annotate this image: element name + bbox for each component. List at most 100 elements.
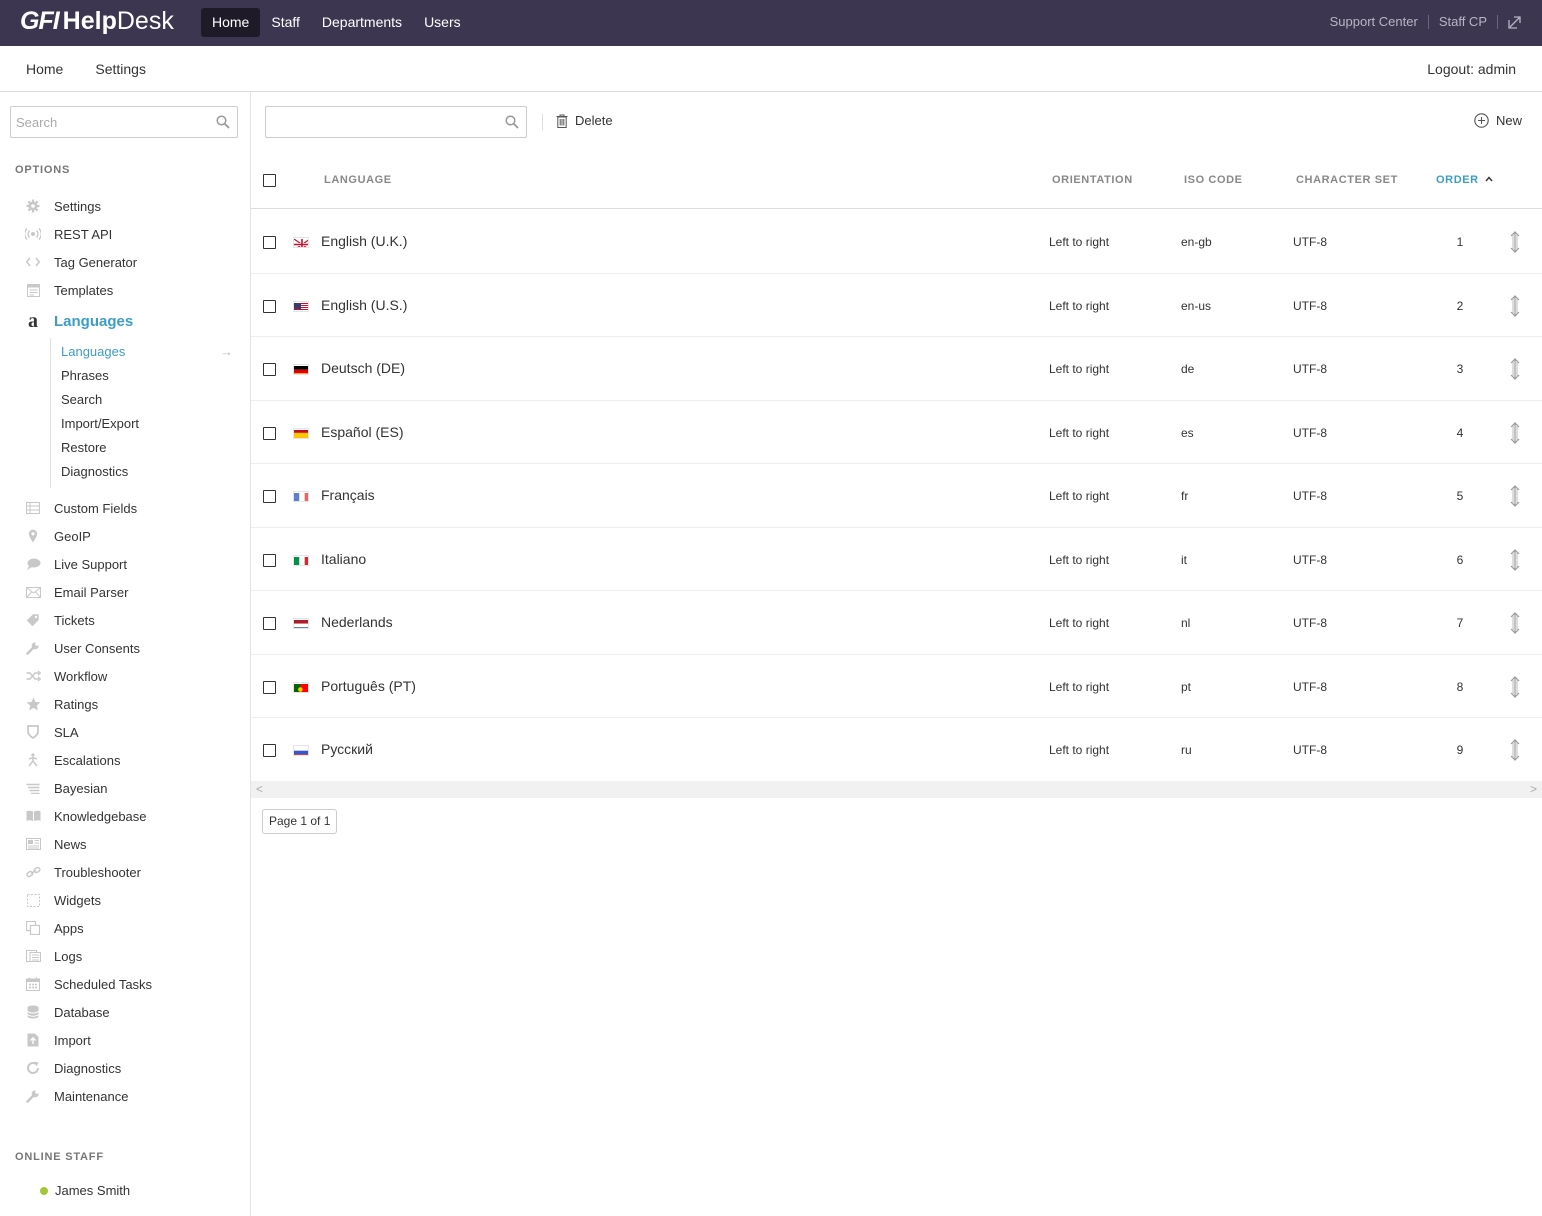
gfi-helpdesk-logo[interactable]: GFI HelpDesk	[20, 7, 174, 36]
language-name[interactable]: Français	[321, 487, 375, 503]
grid-search-input[interactable]	[271, 108, 501, 136]
sidebar-item-label: News	[54, 836, 87, 852]
table-row[interactable]: Deutsch (DE) Left to right de UTF-8 3	[251, 337, 1542, 401]
row-checkbox[interactable]	[263, 426, 276, 440]
iso-code-cell: fr	[1181, 489, 1189, 503]
online-staff-item[interactable]: James Smith	[40, 1183, 130, 1198]
nav-users[interactable]: Users	[413, 8, 472, 37]
sidebar-item-tickets[interactable]: Tickets	[0, 606, 250, 634]
row-checkbox[interactable]	[263, 236, 276, 249]
sidebar-item-email-parser[interactable]: Email Parser	[0, 578, 250, 606]
sidebar-item-apps[interactable]: Apps	[0, 914, 250, 942]
select-all-checkbox[interactable]	[263, 174, 276, 187]
submenu-item-phrases[interactable]: Phrases	[51, 364, 250, 388]
submenu-item-import-export[interactable]: Import/Export	[51, 412, 250, 436]
sidebar-item-languages[interactable]: a Languages	[0, 304, 250, 338]
language-name[interactable]: English (U.K.)	[321, 233, 407, 249]
drag-handle-icon[interactable]	[1508, 611, 1522, 635]
table-row[interactable]: Español (ES) Left to right es UTF-8 4	[251, 401, 1542, 464]
sidebar-item-scheduled-tasks[interactable]: Scheduled Tasks	[0, 970, 250, 998]
newspaper-icon	[25, 836, 41, 852]
sidebar-item-ratings[interactable]: Ratings	[0, 690, 250, 718]
row-checkbox[interactable]	[263, 617, 276, 630]
table-row[interactable]: English (U.S.) Left to right en-us UTF-8 2	[251, 274, 1542, 337]
sidebar-item-rest-api[interactable]: REST API	[0, 220, 250, 248]
language-name[interactable]: English (U.S.)	[321, 297, 407, 313]
language-name[interactable]: Italiano	[321, 551, 366, 567]
row-checkbox[interactable]	[263, 680, 276, 694]
language-name[interactable]: Português (PT)	[321, 678, 416, 694]
column-header-character-set[interactable]: CHARACTER SET	[1296, 174, 1398, 186]
logout-link[interactable]: Logout: admin	[1427, 61, 1516, 77]
row-checkbox[interactable]	[263, 363, 276, 376]
nav-staff[interactable]: Staff	[260, 8, 311, 37]
column-header-order[interactable]: ORDER	[1436, 174, 1493, 186]
sidebar-item-diagnostics[interactable]: Diagnostics	[0, 1054, 250, 1082]
sidebar-item-templates[interactable]: Templates	[0, 276, 250, 304]
submenu-item-search[interactable]: Search	[51, 388, 250, 412]
sidebar-item-custom-fields[interactable]: Custom Fields	[0, 494, 250, 522]
sidebar-item-knowledgebase[interactable]: Knowledgebase	[0, 802, 250, 830]
drag-handle-icon[interactable]	[1508, 548, 1522, 572]
submenu-item-diagnostics[interactable]: Diagnostics	[51, 460, 250, 484]
staff-cp-link[interactable]: Staff CP	[1439, 14, 1487, 29]
row-checkbox[interactable]	[263, 490, 276, 503]
language-name[interactable]: Русский	[321, 741, 373, 757]
sidebar-item-user-consents[interactable]: User Consents	[0, 634, 250, 662]
new-button[interactable]: New	[1474, 113, 1522, 128]
table-row[interactable]: Português (PT) Left to right pt UTF-8 8	[251, 655, 1542, 718]
sidebar-item-troubleshooter[interactable]: Troubleshooter	[0, 858, 250, 886]
flag-us-icon	[293, 300, 309, 312]
sidebar-item-workflow[interactable]: Workflow	[0, 662, 250, 690]
drag-handle-icon[interactable]	[1508, 357, 1522, 381]
support-center-link[interactable]: Support Center	[1330, 14, 1418, 29]
sidebar-item-sla[interactable]: SLA	[0, 718, 250, 746]
language-name[interactable]: Español (ES)	[321, 424, 403, 440]
sidebar-item-widgets[interactable]: Widgets	[0, 886, 250, 914]
horizontal-scrollbar[interactable]: < >	[251, 781, 1542, 798]
drag-handle-icon[interactable]	[1508, 484, 1522, 508]
sidebar-item-live-support[interactable]: Live Support	[0, 550, 250, 578]
submenu-item-languages[interactable]: Languages →	[51, 340, 250, 364]
column-header-orientation[interactable]: ORIENTATION	[1052, 174, 1133, 186]
row-checkbox[interactable]	[263, 744, 276, 757]
sidebar-item-news[interactable]: News	[0, 830, 250, 858]
sidebar-item-maintenance[interactable]: Maintenance	[0, 1082, 250, 1110]
row-checkbox[interactable]	[263, 299, 276, 313]
drag-handle-icon[interactable]	[1508, 738, 1522, 762]
sidebar-item-geoip[interactable]: GeoIP	[0, 522, 250, 550]
drag-handle-icon[interactable]	[1508, 675, 1522, 699]
sidebar-item-import[interactable]: Import	[0, 1026, 250, 1054]
column-header-iso-code[interactable]: ISO CODE	[1184, 174, 1243, 186]
sidebar-item-logs[interactable]: Logs	[0, 942, 250, 970]
table-row[interactable]: Русский Left to right ru UTF-8 9	[251, 718, 1542, 782]
sidebar-search-input[interactable]	[16, 108, 211, 136]
delete-button[interactable]: Delete	[556, 113, 613, 128]
table-row[interactable]: Italiano Left to right it UTF-8 6	[251, 528, 1542, 591]
language-name[interactable]: Deutsch (DE)	[321, 360, 405, 376]
drag-handle-icon[interactable]	[1508, 230, 1522, 254]
nav-departments[interactable]: Departments	[311, 8, 413, 37]
drag-handle-icon[interactable]	[1508, 294, 1522, 318]
sidebar-item-bayesian[interactable]: Bayesian	[0, 774, 250, 802]
sidebar-item-tag-generator[interactable]: Tag Generator	[0, 248, 250, 276]
search-icon[interactable]	[505, 115, 519, 129]
column-header-language[interactable]: LANGUAGE	[324, 174, 392, 186]
scroll-left-icon[interactable]: <	[256, 782, 263, 796]
table-row[interactable]: English (U.K.) Left to right en-gb UTF-8 1	[251, 210, 1542, 274]
search-icon[interactable]	[216, 115, 230, 129]
sidebar-item-settings[interactable]: Settings	[0, 192, 250, 220]
row-checkbox[interactable]	[263, 553, 276, 567]
drag-handle-icon[interactable]	[1508, 421, 1522, 445]
subnav-home[interactable]: Home	[26, 61, 63, 77]
table-row[interactable]: Nederlands Left to right nl UTF-8 7	[251, 591, 1542, 655]
subnav-settings[interactable]: Settings	[95, 61, 146, 77]
table-row[interactable]: Français Left to right fr UTF-8 5	[251, 464, 1542, 528]
scroll-right-icon[interactable]: >	[1530, 782, 1537, 796]
external-link-icon[interactable]	[1508, 15, 1522, 29]
sidebar-item-database[interactable]: Database	[0, 998, 250, 1026]
submenu-item-restore[interactable]: Restore	[51, 436, 250, 460]
sidebar-item-escalations[interactable]: Escalations	[0, 746, 250, 774]
language-name[interactable]: Nederlands	[321, 614, 393, 630]
nav-home[interactable]: Home	[201, 8, 261, 37]
